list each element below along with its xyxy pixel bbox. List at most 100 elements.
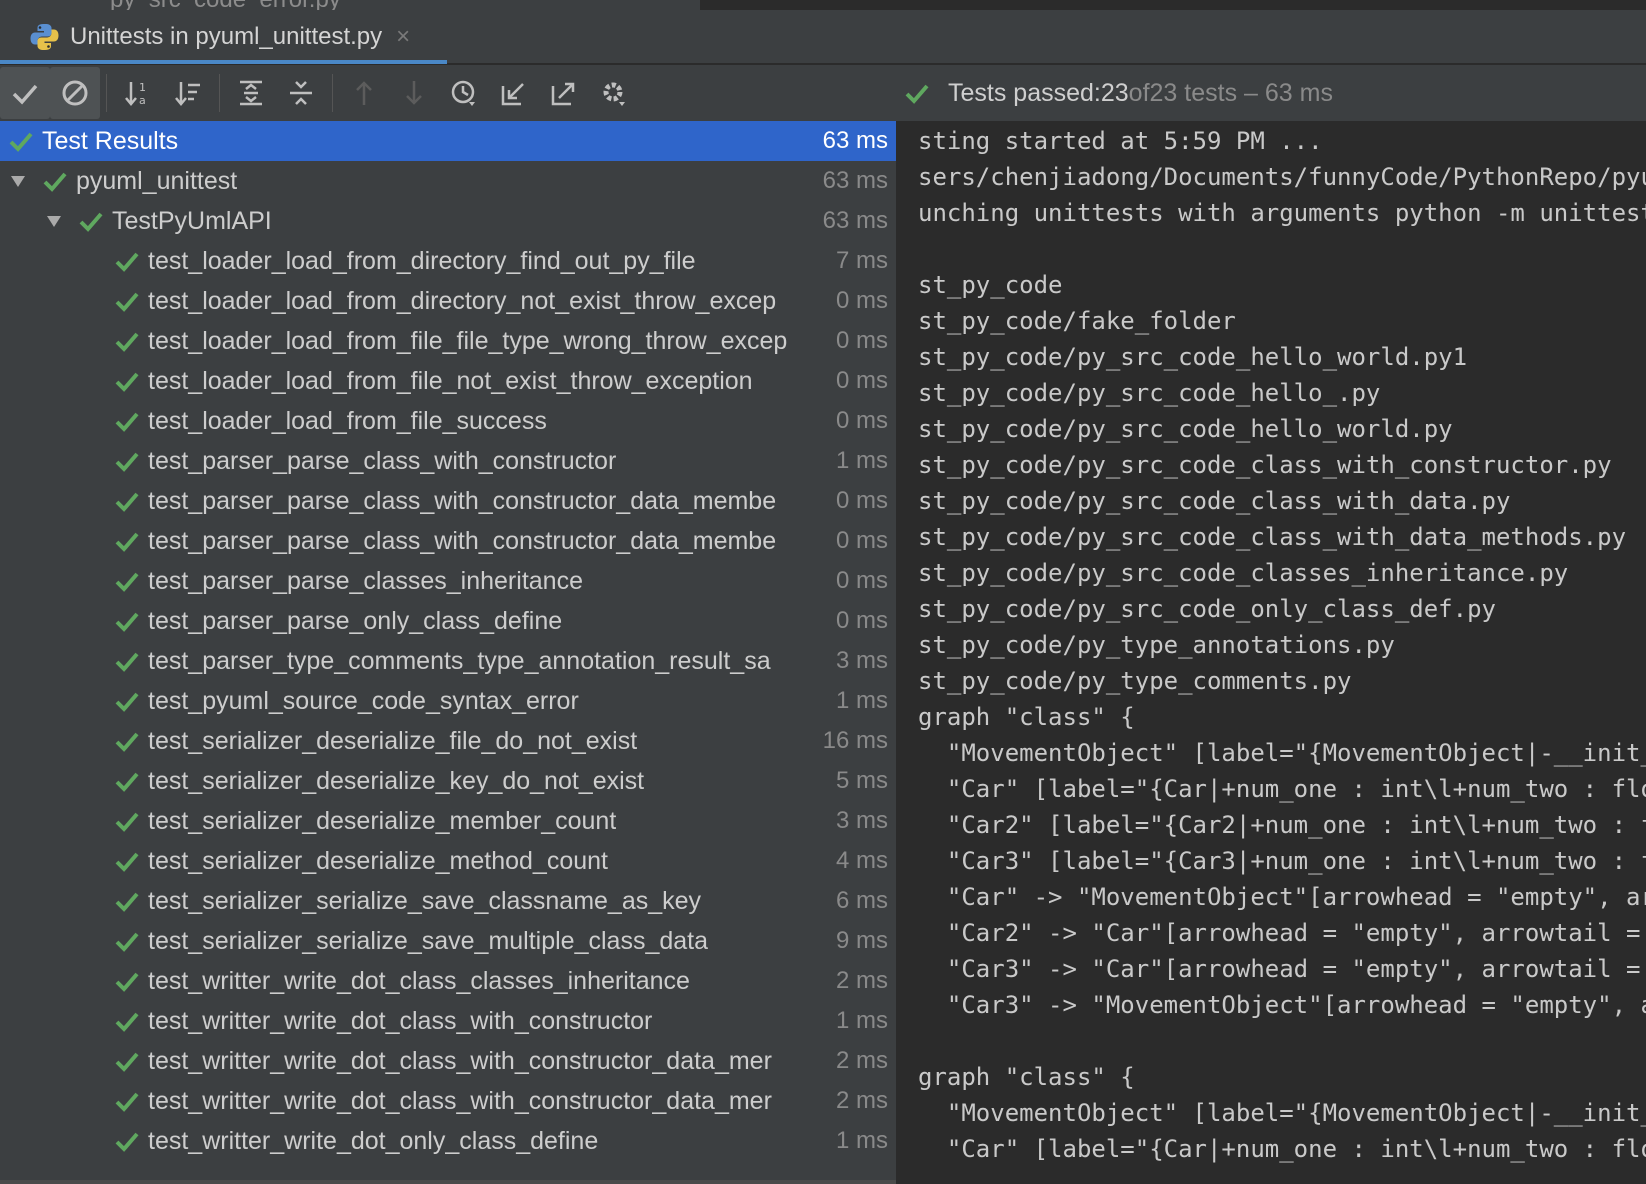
svg-text:1: 1 [139, 81, 146, 94]
console-line: "Car" [label="{Car|+num_one : int\l+num_… [918, 775, 1646, 803]
passed-check-icon [115, 652, 139, 672]
test-case-row[interactable]: test_loader_load_from_directory_not_exis… [0, 281, 896, 321]
test-case-row[interactable]: test_loader_load_from_file_file_type_wro… [0, 321, 896, 361]
tree-root-test-results[interactable]: Test Results 63 ms [0, 121, 896, 161]
test-case-name: test_parser_parse_class_with_constructor… [148, 526, 777, 555]
test-case-duration: 4 ms [835, 847, 888, 874]
next-failed-button[interactable] [389, 67, 439, 119]
tree-bottom-border [0, 1180, 896, 1184]
test-case-row[interactable]: test_loader_load_from_file_success 0 ms [0, 401, 896, 441]
passed-check-icon [905, 84, 929, 104]
test-case-duration: 0 ms [835, 567, 888, 594]
console-line: "Car3" [label="{Car3|+num_one : int\l+nu… [918, 847, 1646, 875]
toolbar-separator [219, 74, 220, 112]
test-case-duration: 0 ms [835, 367, 888, 394]
tree-node-suite[interactable]: pyuml_unittest 63 ms [0, 161, 896, 201]
test-case-name: test_loader_load_from_file_success [148, 406, 547, 435]
test-case-row[interactable]: test_parser_type_comments_type_annotatio… [0, 641, 896, 681]
console-line: st_py_code/fake_folder [918, 307, 1236, 335]
svg-text:a: a [139, 94, 146, 107]
tree-node-duration: 63 ms [822, 167, 888, 194]
sort-by-duration-button[interactable] [163, 67, 213, 119]
console-line: graph "class" { [918, 1063, 1135, 1091]
test-case-row[interactable]: test_parser_parse_classes_inheritance 0 m… [0, 561, 896, 601]
test-status-bar: Tests passed: 23 of 23 tests – 63 ms [896, 65, 1646, 121]
test-results-tree: Test Results 63 ms pyuml_unittest 63 ms … [0, 121, 896, 1184]
test-case-row[interactable]: test_loader_load_from_directory_find_out… [0, 241, 896, 281]
test-history-icon [451, 80, 475, 106]
python-icon [30, 24, 59, 50]
passed-check-icon [9, 132, 33, 152]
expand-all-icon [240, 80, 262, 106]
passed-check-icon [115, 812, 139, 832]
test-case-duration: 6 ms [835, 887, 888, 914]
test-case-name: test_serializer_deserialize_member_count [148, 806, 617, 835]
passed-check-icon [115, 892, 139, 912]
passed-check-icon [115, 1012, 139, 1032]
test-case-row[interactable]: test_parser_parse_class_with_constructor… [0, 521, 896, 561]
show-ignored-button[interactable] [50, 67, 100, 119]
test-case-row[interactable]: test_serializer_deserialize_member_count… [0, 801, 896, 841]
sort-alphabetically-button[interactable]: 1a [113, 67, 163, 119]
test-case-row[interactable]: test_serializer_deserialize_file_do_not_… [0, 721, 896, 761]
test-history-button[interactable] [439, 67, 489, 119]
test-case-row[interactable]: test_writter_write_dot_class_with_constr… [0, 1041, 896, 1081]
passed-check-icon [43, 172, 67, 192]
editor-file-tab[interactable]: py_src_code_error.py [110, 0, 341, 10]
test-case-row[interactable]: test_parser_parse_class_with_constructor… [0, 481, 896, 521]
expand-arrow-icon[interactable] [44, 211, 64, 231]
run-tool-window-tabbar: Unittests in pyuml_unittest.py × [0, 10, 1646, 64]
test-case-row[interactable]: test_writter_write_dot_class_with_constr… [0, 1001, 896, 1041]
previous-failed-icon [356, 81, 372, 105]
test-runner-toolbar: 1a [0, 65, 896, 121]
test-case-duration: 0 ms [835, 407, 888, 434]
test-case-row[interactable]: test_parser_parse_class_with_constructor… [0, 441, 896, 481]
test-case-row[interactable]: test_writter_write_dot_class_with_constr… [0, 1081, 896, 1121]
console-line: "Car" -> "MovementObject"[arrowhead = "e… [918, 883, 1646, 911]
previous-failed-button[interactable] [339, 67, 389, 119]
console-line: st_py_code [918, 271, 1063, 299]
console-line: "Car2" [label="{Car2|+num_one : int\l+nu… [918, 811, 1646, 839]
test-case-name: test_loader_load_from_file_not_exist_thr… [148, 366, 753, 395]
console-line: "Car2" -> "Car"[arrowhead = "empty", arr… [918, 919, 1646, 947]
test-case-row[interactable]: test_serializer_deserialize_key_do_not_e… [0, 761, 896, 801]
test-case-row[interactable]: test_parser_parse_only_class_define 0 ms [0, 601, 896, 641]
active-tab-indicator [0, 60, 447, 64]
test-case-name: test_serializer_serialize_save_classname… [148, 886, 702, 915]
status-label: Tests passed: [948, 78, 1101, 107]
test-case-name: test_writter_write_dot_class_with_constr… [148, 1046, 772, 1075]
settings-gear-icon [603, 82, 625, 106]
test-case-name: test_writter_write_dot_class_classes_inh… [148, 966, 690, 995]
settings-button[interactable] [589, 67, 639, 119]
expand-all-button[interactable] [226, 67, 276, 119]
passed-check-icon [115, 372, 139, 392]
test-case-name: test_pyuml_source_code_syntax_error [148, 686, 579, 715]
console-line: "Car" [label="{Car|+num_one : int\l+num_… [918, 1135, 1646, 1163]
export-tests-button[interactable] [539, 67, 589, 119]
test-case-name: test_parser_parse_class_with_constructor [148, 446, 617, 475]
passed-check-icon [115, 252, 139, 272]
editor-tab-strip: py_src_code_error.py [0, 0, 1646, 10]
import-tests-button[interactable] [489, 67, 539, 119]
test-case-duration: 0 ms [835, 527, 888, 554]
test-case-row[interactable]: test_writter_write_dot_only_class_define… [0, 1121, 896, 1161]
tab-unittests[interactable]: Unittests in pyuml_unittest.py × [0, 10, 447, 64]
test-case-duration: 1 ms [835, 447, 888, 474]
test-case-row[interactable]: test_serializer_serialize_save_multiple_… [0, 921, 896, 961]
test-case-row[interactable]: test_loader_load_from_file_not_exist_thr… [0, 361, 896, 401]
tree-node-class[interactable]: TestPyUmlAPI 63 ms [0, 201, 896, 241]
show-passed-button[interactable] [0, 67, 50, 119]
test-case-row[interactable]: test_writter_write_dot_class_classes_inh… [0, 961, 896, 1001]
test-case-row[interactable]: test_pyuml_source_code_syntax_error 1 ms [0, 681, 896, 721]
sort-by-duration-icon [175, 82, 200, 106]
tree-node-duration: 63 ms [822, 127, 888, 154]
test-case-row[interactable]: test_serializer_serialize_save_classname… [0, 881, 896, 921]
expand-arrow-icon[interactable] [8, 171, 28, 191]
collapse-all-button[interactable] [276, 67, 326, 119]
close-tab-icon[interactable]: × [396, 23, 410, 51]
console-line: "Car3" -> "MovementObject"[arrowhead = "… [918, 991, 1646, 1019]
console-output[interactable]: sting started at 5:59 PM ... sers/chenjia… [898, 121, 1646, 1184]
test-case-duration: 0 ms [835, 287, 888, 314]
test-case-row[interactable]: test_serializer_deserialize_method_count… [0, 841, 896, 881]
toolbar-separator [106, 74, 107, 112]
